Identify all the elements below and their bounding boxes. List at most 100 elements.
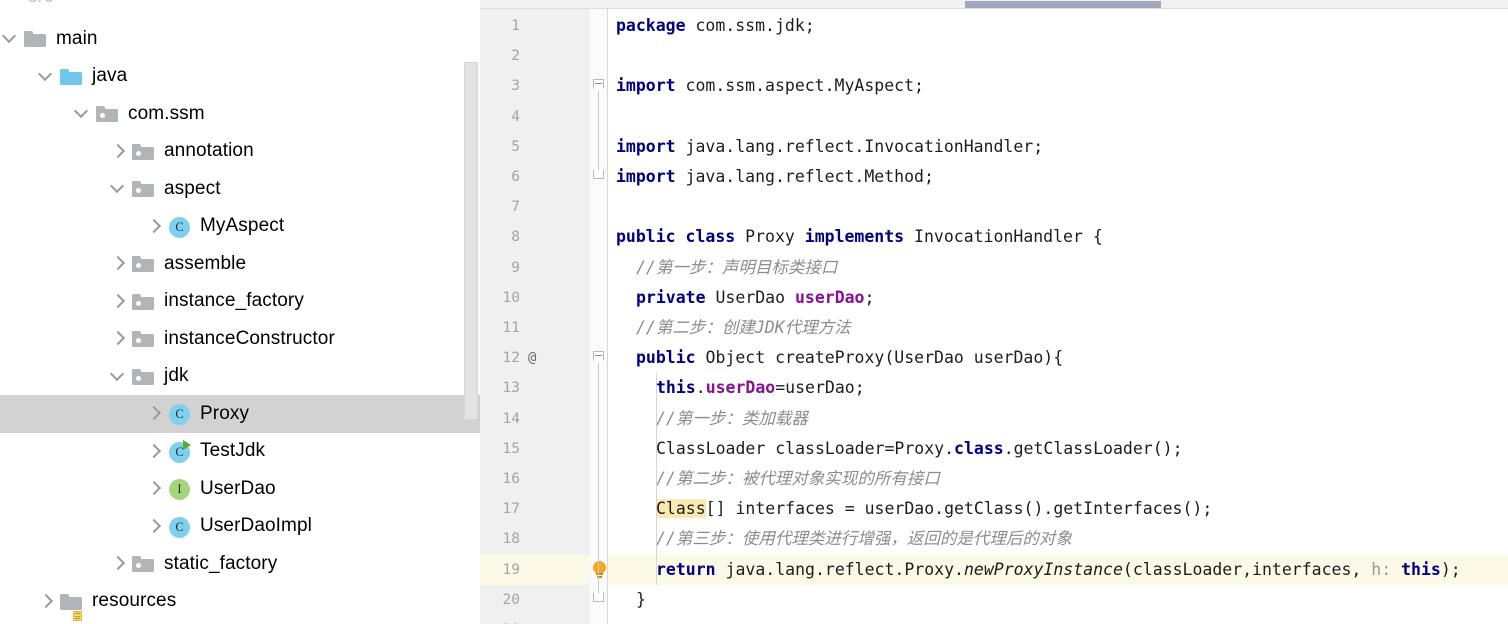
- chevron-down-icon[interactable]: [108, 358, 130, 396]
- code-text[interactable]: package com.ssm.jdk;: [616, 11, 815, 41]
- tree-item-resources[interactable]: resources: [0, 583, 480, 621]
- line-number[interactable]: 14: [480, 404, 520, 434]
- code-line[interactable]: 2: [480, 41, 1508, 71]
- code-line[interactable]: 19 return java.lang.reflect.Proxy.newProx…: [480, 554, 1508, 585]
- code-text[interactable]: //第一步：类加载器: [656, 404, 808, 434]
- line-number[interactable]: 12: [480, 343, 520, 373]
- chevron-right-icon[interactable]: [108, 245, 130, 283]
- tree-item-userdao[interactable]: I UserDao: [0, 470, 480, 508]
- code-line[interactable]: 4: [480, 102, 1508, 132]
- tree-item-proxy[interactable]: C Proxy: [0, 395, 480, 433]
- code-line[interactable]: 18 //第三步：使用代理类进行增强，返回的是代理后的对象: [480, 524, 1508, 554]
- chevron-right-icon[interactable]: [36, 583, 58, 621]
- chevron-right-icon[interactable]: [144, 433, 166, 471]
- tree-item-aspect[interactable]: aspect: [0, 170, 480, 208]
- code-line[interactable]: 11 //第二步：创建JDK代理方法: [480, 313, 1508, 343]
- code-line[interactable]: 16 //第二步：被代理对象实现的所有接口: [480, 464, 1508, 494]
- line-number[interactable]: 9: [480, 253, 520, 283]
- code-editor[interactable]: 1 package com.ssm.jdk; 2 3 import com.ssm.as…: [480, 0, 1508, 624]
- code-text[interactable]: ClassLoader classLoader=Proxy.class.getC…: [656, 434, 1183, 464]
- code-text[interactable]: return java.lang.reflect.Proxy.newProxyI…: [656, 555, 1461, 585]
- code-line[interactable]: 20}: [480, 585, 1508, 615]
- line-number[interactable]: 7: [480, 192, 520, 222]
- chevron-right-icon[interactable]: [108, 133, 130, 171]
- code-line[interactable]: 8 public class Proxy implements Invocatio…: [480, 222, 1508, 252]
- code-text[interactable]: private UserDao userDao;: [636, 283, 874, 313]
- tree-item-instanceconstructor[interactable]: instanceConstructor: [0, 320, 480, 358]
- line-number[interactable]: 17: [480, 494, 520, 524]
- project-tree-scrollbar-thumb[interactable]: [464, 62, 478, 420]
- code-text[interactable]: Class[] interfaces = userDao.getClass().…: [656, 494, 1212, 524]
- code-line[interactable]: 14 //第一步：类加载器: [480, 404, 1508, 434]
- tree-item-userdaoimpl[interactable]: C UserDaoImpl: [0, 508, 480, 546]
- code-text[interactable]: public Object createProxy(UserDao userDa…: [636, 343, 1063, 373]
- code-line[interactable]: 3 import com.ssm.aspect.MyAspect;: [480, 71, 1508, 101]
- chevron-right-icon[interactable]: [144, 470, 166, 508]
- tree-item-instance-factory[interactable]: instance_factory: [0, 283, 480, 321]
- chevron-down-icon[interactable]: [108, 170, 130, 208]
- code-text[interactable]: //第一步：声明目标类接口: [636, 253, 837, 283]
- code-fold-toggle-icon[interactable]: [593, 592, 606, 606]
- editor-horizontal-scrollbar[interactable]: [480, 0, 1508, 9]
- line-number[interactable]: 18: [480, 524, 520, 554]
- code-text[interactable]: }: [636, 585, 646, 615]
- tree-item-testjdk[interactable]: C TestJdk: [0, 433, 480, 471]
- line-number[interactable]: 11: [480, 313, 520, 343]
- chevron-right-icon[interactable]: [108, 283, 130, 321]
- chevron-right-icon[interactable]: [144, 395, 166, 433]
- code-line[interactable]: 21: [480, 615, 1508, 624]
- tree-item-assemble[interactable]: assemble: [0, 245, 480, 283]
- code-line[interactable]: 13 this.userDao=userDao;: [480, 373, 1508, 403]
- code-line[interactable]: 9 //第一步：声明目标类接口: [480, 253, 1508, 283]
- line-number[interactable]: 15: [480, 434, 520, 464]
- code-text[interactable]: //第三步：使用代理类进行增强，返回的是代理后的对象: [656, 524, 1072, 554]
- code-fold-toggle-icon[interactable]: [593, 79, 606, 92]
- code-text[interactable]: import java.lang.reflect.InvocationHandl…: [616, 132, 1043, 162]
- chevron-down-icon[interactable]: [72, 95, 94, 133]
- code-text[interactable]: import com.ssm.aspect.MyAspect;: [616, 71, 924, 101]
- line-number[interactable]: 13: [480, 373, 520, 403]
- line-number[interactable]: 21: [480, 615, 520, 624]
- line-number[interactable]: 1: [480, 11, 520, 41]
- line-number[interactable]: 4: [480, 102, 520, 132]
- tree-item-main[interactable]: main: [0, 20, 480, 58]
- editor-body[interactable]: 1 package com.ssm.jdk; 2 3 import com.ssm.as…: [480, 9, 1508, 624]
- code-text[interactable]: //第二步：被代理对象实现的所有接口: [656, 464, 940, 494]
- code-line[interactable]: 5 import java.lang.reflect.InvocationHand…: [480, 132, 1508, 162]
- chevron-right-icon[interactable]: [108, 545, 130, 583]
- code-text[interactable]: //第二步：创建JDK代理方法: [636, 313, 851, 343]
- tree-item-jdk[interactable]: jdk: [0, 358, 480, 396]
- line-number[interactable]: 8: [480, 222, 520, 252]
- code-line[interactable]: 17 Class[] interfaces = userDao.getClass(…: [480, 494, 1508, 524]
- code-line[interactable]: 10 private UserDao userDao;: [480, 283, 1508, 313]
- tree-item-java[interactable]: java: [0, 58, 480, 96]
- line-number[interactable]: 19: [480, 555, 520, 585]
- code-line[interactable]: 15 ClassLoader classLoader=Proxy.class.ge…: [480, 434, 1508, 464]
- line-number[interactable]: 3: [480, 71, 520, 101]
- project-tree-panel[interactable]: src main javacom.ssm annotation aspect C MyAs…: [0, 0, 480, 624]
- tree-item-annotation[interactable]: annotation: [0, 133, 480, 171]
- intention-bulb-icon[interactable]: [592, 560, 607, 580]
- code-text[interactable]: import java.lang.reflect.Method;: [616, 162, 934, 192]
- line-number[interactable]: 5: [480, 132, 520, 162]
- chevron-right-icon[interactable]: [108, 320, 130, 358]
- code-text[interactable]: public class Proxy implements Invocation…: [616, 222, 1103, 252]
- tree-item-static-factory[interactable]: static_factory: [0, 545, 480, 583]
- chevron-right-icon[interactable]: [144, 508, 166, 546]
- chevron-right-icon[interactable]: [144, 208, 166, 246]
- override-marker-icon[interactable]: @: [528, 343, 536, 373]
- code-line[interactable]: 7: [480, 192, 1508, 222]
- line-number[interactable]: 16: [480, 464, 520, 494]
- code-text[interactable]: this.userDao=userDao;: [656, 373, 865, 403]
- editor-horizontal-scrollbar-thumb[interactable]: [965, 1, 1161, 8]
- line-number[interactable]: 2: [480, 41, 520, 71]
- code-line[interactable]: 12 @ public Object createProxy(UserDao use…: [480, 343, 1508, 373]
- code-line[interactable]: 6 import java.lang.reflect.Method;: [480, 162, 1508, 192]
- line-number[interactable]: 20: [480, 585, 520, 615]
- line-number[interactable]: 6: [480, 162, 520, 192]
- project-tree-scrollbar[interactable]: [464, 0, 478, 624]
- code-line[interactable]: 1 package com.ssm.jdk;: [480, 11, 1508, 41]
- tree-item-myaspect[interactable]: C MyAspect: [0, 208, 480, 246]
- code-fold-toggle-icon[interactable]: [593, 170, 606, 183]
- code-fold-toggle-icon[interactable]: [593, 351, 606, 364]
